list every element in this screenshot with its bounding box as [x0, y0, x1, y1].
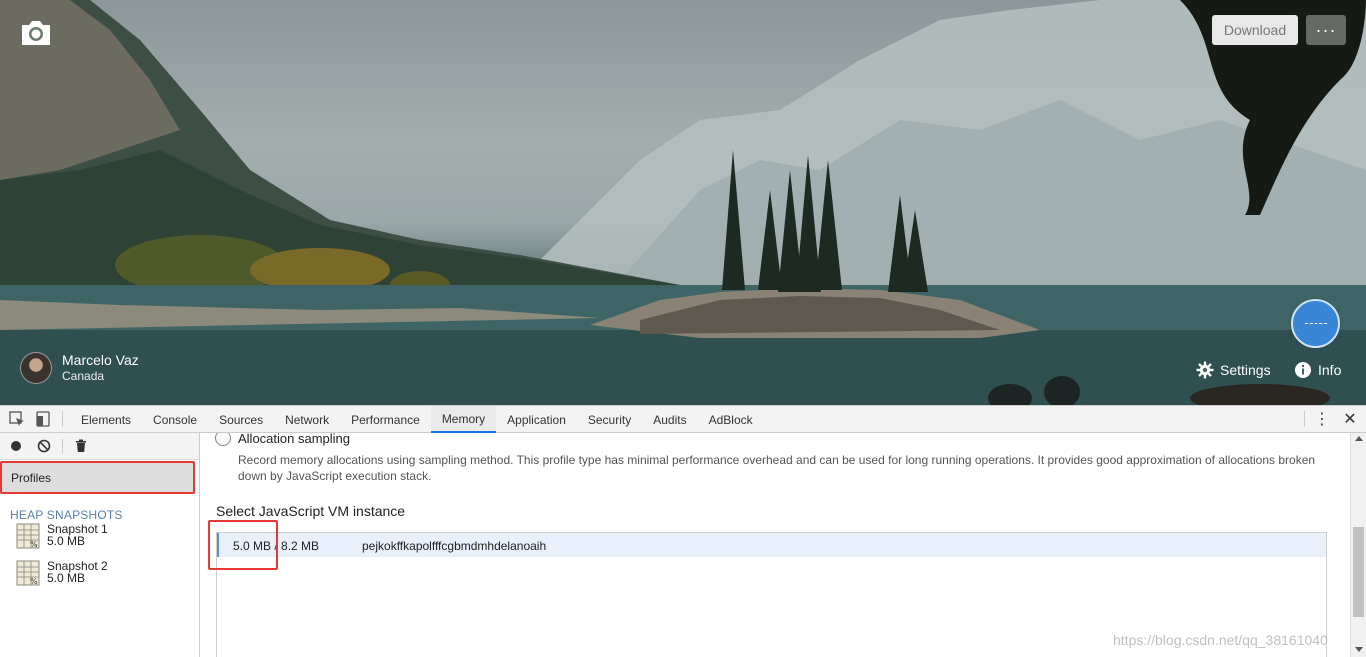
allocation-sampling-label[interactable]: Allocation sampling: [238, 433, 350, 446]
scroll-thumb[interactable]: [1353, 527, 1364, 617]
more-options-button[interactable]: ···: [1306, 15, 1346, 45]
tab-security[interactable]: Security: [577, 406, 642, 433]
tab-console[interactable]: Console: [142, 406, 208, 433]
author-location: Canada: [62, 369, 105, 383]
snapshot-size: 5.0 MB: [47, 571, 86, 585]
devtools-panel: Elements Console Sources Network Perform…: [0, 405, 1366, 657]
avatar: [20, 352, 52, 384]
tab-elements[interactable]: Elements: [70, 406, 142, 433]
watermark: https://blog.csdn.net/qq_38161040: [1113, 632, 1328, 648]
tab-application[interactable]: Application: [496, 406, 577, 433]
photo-author[interactable]: Marcelo Vaz Canada: [20, 352, 139, 384]
trash-icon[interactable]: [73, 438, 89, 454]
highlight-box-profiles: [0, 461, 195, 494]
profiles-sidebar: Profiles HEAP SNAPSHOTS % Snapshot 1 5.0…: [0, 433, 200, 657]
info-button[interactable]: Info: [1294, 361, 1341, 379]
close-icon[interactable]: ✕: [1341, 410, 1359, 428]
allocation-sampling-radio[interactable]: [215, 433, 231, 446]
svg-text:%: %: [30, 577, 38, 586]
tab-audits[interactable]: Audits: [642, 406, 697, 433]
tab-sources[interactable]: Sources: [208, 406, 274, 433]
scroll-up-icon[interactable]: [1355, 436, 1363, 441]
info-label: Info: [1318, 362, 1342, 378]
vm-instance-row[interactable]: 5.0 MB / 8.2 MB pejkokffkapolfffcgbmdmhd…: [217, 533, 1326, 557]
tab-network[interactable]: Network: [274, 406, 340, 433]
snapshot-item[interactable]: % Snapshot 1 5.0 MB: [16, 523, 108, 549]
clear-icon[interactable]: [36, 438, 52, 454]
settings-label: Settings: [1220, 362, 1271, 378]
memory-main-panel: Allocation sampling Record memory alloca…: [200, 433, 1350, 657]
camera-icon[interactable]: [18, 14, 54, 50]
info-icon: [1295, 362, 1311, 378]
author-name: Marcelo Vaz: [62, 352, 139, 368]
gear-icon: [1196, 361, 1214, 379]
tab-memory[interactable]: Memory: [430, 406, 497, 433]
scroll-down-icon[interactable]: [1355, 647, 1363, 652]
tab-adblock[interactable]: AdBlock: [698, 406, 764, 433]
allocation-sampling-description: Record memory allocations using sampling…: [238, 453, 1316, 483]
new-tab-background: Download ··· Marcelo Vaz Canada Settings…: [0, 0, 1366, 405]
clock-widget[interactable]: [1291, 299, 1340, 348]
landscape-photo: [0, 0, 1366, 405]
vertical-scrollbar[interactable]: [1350, 433, 1366, 657]
inspect-element-icon[interactable]: [8, 410, 26, 428]
vm-instance-title: Select JavaScript VM instance: [216, 503, 406, 519]
highlight-box-memory: [208, 520, 278, 570]
heap-snapshot-icon: %: [16, 560, 40, 586]
customize-menu-icon[interactable]: ⋮: [1313, 410, 1331, 428]
snapshot-item[interactable]: % Snapshot 2 5.0 MB: [16, 560, 108, 586]
download-button[interactable]: Download: [1212, 15, 1298, 45]
record-icon[interactable]: [8, 438, 24, 454]
device-toolbar-icon[interactable]: [34, 410, 52, 428]
settings-button[interactable]: Settings: [1196, 361, 1271, 379]
svg-text:%: %: [30, 540, 38, 549]
heap-snapshot-icon: %: [16, 523, 40, 549]
heap-snapshots-header: HEAP SNAPSHOTS: [10, 508, 123, 522]
snapshot-size: 5.0 MB: [47, 534, 86, 548]
devtools-tabs: Elements Console Sources Network Perform…: [70, 406, 764, 433]
vm-instance-id: pejkokffkapolfffcgbmdmhdelanoaih: [362, 539, 547, 553]
tab-performance[interactable]: Performance: [340, 406, 431, 433]
screen: Download ··· Marcelo Vaz Canada Settings…: [0, 0, 1366, 657]
profiles-toolbar: [0, 433, 199, 460]
devtools-tab-bar: Elements Console Sources Network Perform…: [0, 406, 1366, 433]
